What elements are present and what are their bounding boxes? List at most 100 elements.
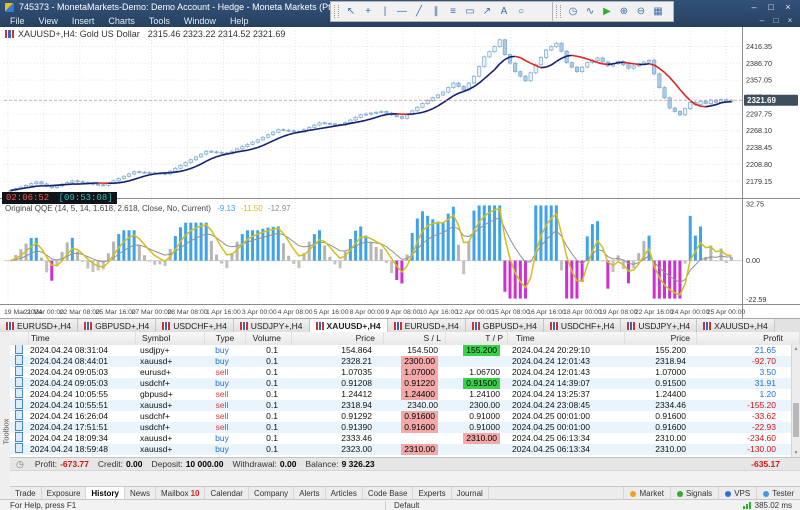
column-price-4[interactable]: Price — [292, 332, 384, 345]
candle-countdown: 02:06:52 — [6, 193, 49, 203]
table-row[interactable]: 2024.04.24 10:05:55gbpusd+sell0.11.24412… — [10, 389, 792, 400]
table-row[interactable]: 2024.04.24 16:26:04usdchf+sell0.10.91292… — [10, 411, 792, 422]
horizontal-line-icon[interactable]: — — [394, 4, 410, 19]
menu-file[interactable]: File — [3, 16, 32, 26]
menu-window[interactable]: Window — [177, 16, 223, 26]
summary-value-credit: 0.00 — [126, 459, 143, 469]
chart-tab-eurusd-h4-5[interactable]: EURUSD+,H4 — [388, 319, 466, 333]
summary-value-withdrawal: 0.00 — [280, 459, 297, 469]
chart-tab-gbpusd-h4-6[interactable]: GBPUSD+,H4 — [466, 319, 544, 333]
table-row[interactable]: 2024.04.24 10:55:51xauusd+sell0.12318.94… — [10, 400, 792, 411]
column-type-2[interactable]: Type — [205, 332, 246, 345]
column-profit-9[interactable]: Profit — [697, 332, 800, 345]
column-t-p-6[interactable]: T / P — [446, 332, 508, 345]
column-symbol-1[interactable]: Symbol — [136, 332, 205, 345]
close-time: 2024.04.25 06:13:34 — [504, 444, 620, 455]
menu-insert[interactable]: Insert — [65, 16, 102, 26]
menu-help[interactable]: Help — [223, 16, 256, 26]
close-time: 2024.04.25 00:01:00 — [504, 411, 620, 422]
close-button[interactable]: × — [781, 2, 795, 13]
equidistant-channel-icon[interactable]: ∥ — [428, 4, 444, 19]
clock-icon[interactable]: ◷ — [565, 4, 581, 19]
toolbar-grip[interactable] — [556, 5, 561, 18]
take-profit: 1.06700 — [442, 367, 504, 378]
vertical-line-icon[interactable]: | — [377, 4, 393, 19]
crosshair-icon[interactable]: + — [360, 4, 376, 19]
signals-icon — [677, 491, 683, 497]
zoom-in-icon[interactable]: ⊕ — [616, 4, 632, 19]
column-s-l-5[interactable]: S / L — [384, 332, 446, 345]
tab-label: Calendar — [210, 489, 242, 498]
table-row[interactable]: 2024.04.24 18:59:48xauusd+buy0.12323.002… — [10, 444, 792, 455]
chart-tab-usdjpy-h4-8[interactable]: USDJPY+,H4 — [621, 319, 697, 333]
table-row[interactable]: 2024.04.24 09:05:03eurusd+sell0.11.07035… — [10, 367, 792, 378]
chart-tab-gbpusd-h4-1[interactable]: GBPUSD+,H4 — [78, 319, 156, 333]
take-profit: 1.24100 — [442, 389, 504, 400]
chart-tab-usdchf-h4-2[interactable]: USDCHF+,H4 — [156, 319, 234, 333]
trendline-icon[interactable]: ╱ — [411, 4, 427, 19]
arrows-icon[interactable]: ↗ — [479, 4, 495, 19]
text-icon[interactable]: A — [496, 4, 512, 19]
column-time-7[interactable]: Time — [508, 332, 625, 345]
symbol: eurusd+ — [134, 367, 202, 378]
symbol: xauusd+ — [134, 356, 202, 367]
open-price: 2328.21 — [288, 356, 380, 367]
cycle-lines-icon[interactable]: ○ — [513, 4, 529, 19]
button-label: Signals — [686, 489, 712, 498]
take-profit: 0.91000 — [442, 422, 504, 433]
table-scrollbar[interactable]: ▲ ▼ — [791, 345, 800, 457]
open-price: 2333.46 — [288, 433, 380, 444]
table-row[interactable]: 2024.04.24 08:44:01xauusd+buy0.12328.212… — [10, 356, 792, 367]
minimize-button[interactable]: – — [747, 2, 761, 13]
tick-chart-icon[interactable]: ∿ — [582, 4, 598, 19]
tab-label: History — [91, 489, 119, 498]
symbol: gbpusd+ — [134, 389, 202, 400]
toolbar-grip[interactable] — [334, 5, 339, 18]
volume: 0.1 — [242, 400, 288, 411]
column-time-0[interactable]: Time — [29, 332, 136, 345]
scroll-up-icon[interactable]: ▲ — [792, 345, 800, 353]
table-row[interactable]: 2024.04.24 17:51:51usdchf+sell0.10.91390… — [10, 422, 792, 433]
open-price: 154.864 — [288, 345, 380, 356]
menu-view[interactable]: View — [32, 16, 65, 26]
chart-tab-usdjpy-h4-3[interactable]: USDJPY+,H4 — [234, 319, 310, 333]
chart-tab-xauusd-h4-9[interactable]: XAUUSD+,H4 — [697, 319, 775, 333]
take-profit-value: 0.91500 — [463, 378, 500, 389]
svg-text:2416.35: 2416.35 — [746, 42, 772, 51]
stop-loss: 0.91220 — [380, 378, 442, 389]
table-row[interactable]: 2024.04.24 09:05:03usdchf+buy0.10.912080… — [10, 378, 792, 389]
close-price: 2310.00 — [620, 433, 692, 444]
zoom-out-icon[interactable]: ⊖ — [633, 4, 649, 19]
scroll-down-icon[interactable]: ▼ — [792, 449, 800, 457]
column-volume-3[interactable]: Volume — [246, 332, 292, 345]
doc-restore-button[interactable]: □ — [770, 16, 782, 26]
fibonacci-icon[interactable]: ≡ — [445, 4, 461, 19]
chart-tab-icon — [472, 322, 480, 330]
shapes-icon[interactable]: ▭ — [462, 4, 478, 19]
order-type: buy — [202, 433, 242, 444]
price-chart[interactable]: 2416.352386.702357.052327.402297.752268.… — [0, 27, 800, 318]
algo-trading-icon[interactable]: ▶ — [599, 4, 615, 19]
window-controls: –□× — [747, 2, 795, 13]
filter-icon[interactable] — [10, 332, 29, 345]
table-row[interactable]: 2024.04.24 08:31:04usdjpy+buy0.1154.8641… — [10, 345, 792, 356]
cursor-icon[interactable]: ↖ — [343, 4, 359, 19]
menu-tools[interactable]: Tools — [142, 16, 177, 26]
order-type: buy — [202, 378, 242, 389]
doc-close-button[interactable]: × — [784, 16, 796, 26]
menu-charts[interactable]: Charts — [101, 16, 142, 26]
column-price-8[interactable]: Price — [625, 332, 697, 345]
svg-text:15 Apr 08:00: 15 Apr 08:00 — [491, 309, 530, 316]
table-row[interactable]: 2024.04.24 18:09:34xauusd+buy0.12333.462… — [10, 433, 792, 444]
doc-minimize-button[interactable]: – — [756, 16, 768, 26]
vps-icon — [725, 491, 731, 497]
chart-tab-xauusd-h4-4[interactable]: XAUUSD+,H4 — [310, 319, 388, 333]
maximize-button[interactable]: □ — [764, 2, 778, 13]
tile-windows-icon[interactable]: ▦ — [650, 4, 666, 19]
scrollbar-thumb[interactable] — [793, 403, 799, 437]
chart-canvas[interactable]: 2416.352386.702357.052327.402297.752268.… — [0, 27, 800, 323]
profile-selector[interactable]: Default — [394, 501, 419, 510]
chart-tab-eurusd-h4-0[interactable]: EURUSD+,H4 — [0, 319, 78, 333]
tab-label: Exposure — [47, 489, 81, 498]
chart-tab-usdchf-h4-7[interactable]: USDCHF+,H4 — [544, 319, 622, 333]
